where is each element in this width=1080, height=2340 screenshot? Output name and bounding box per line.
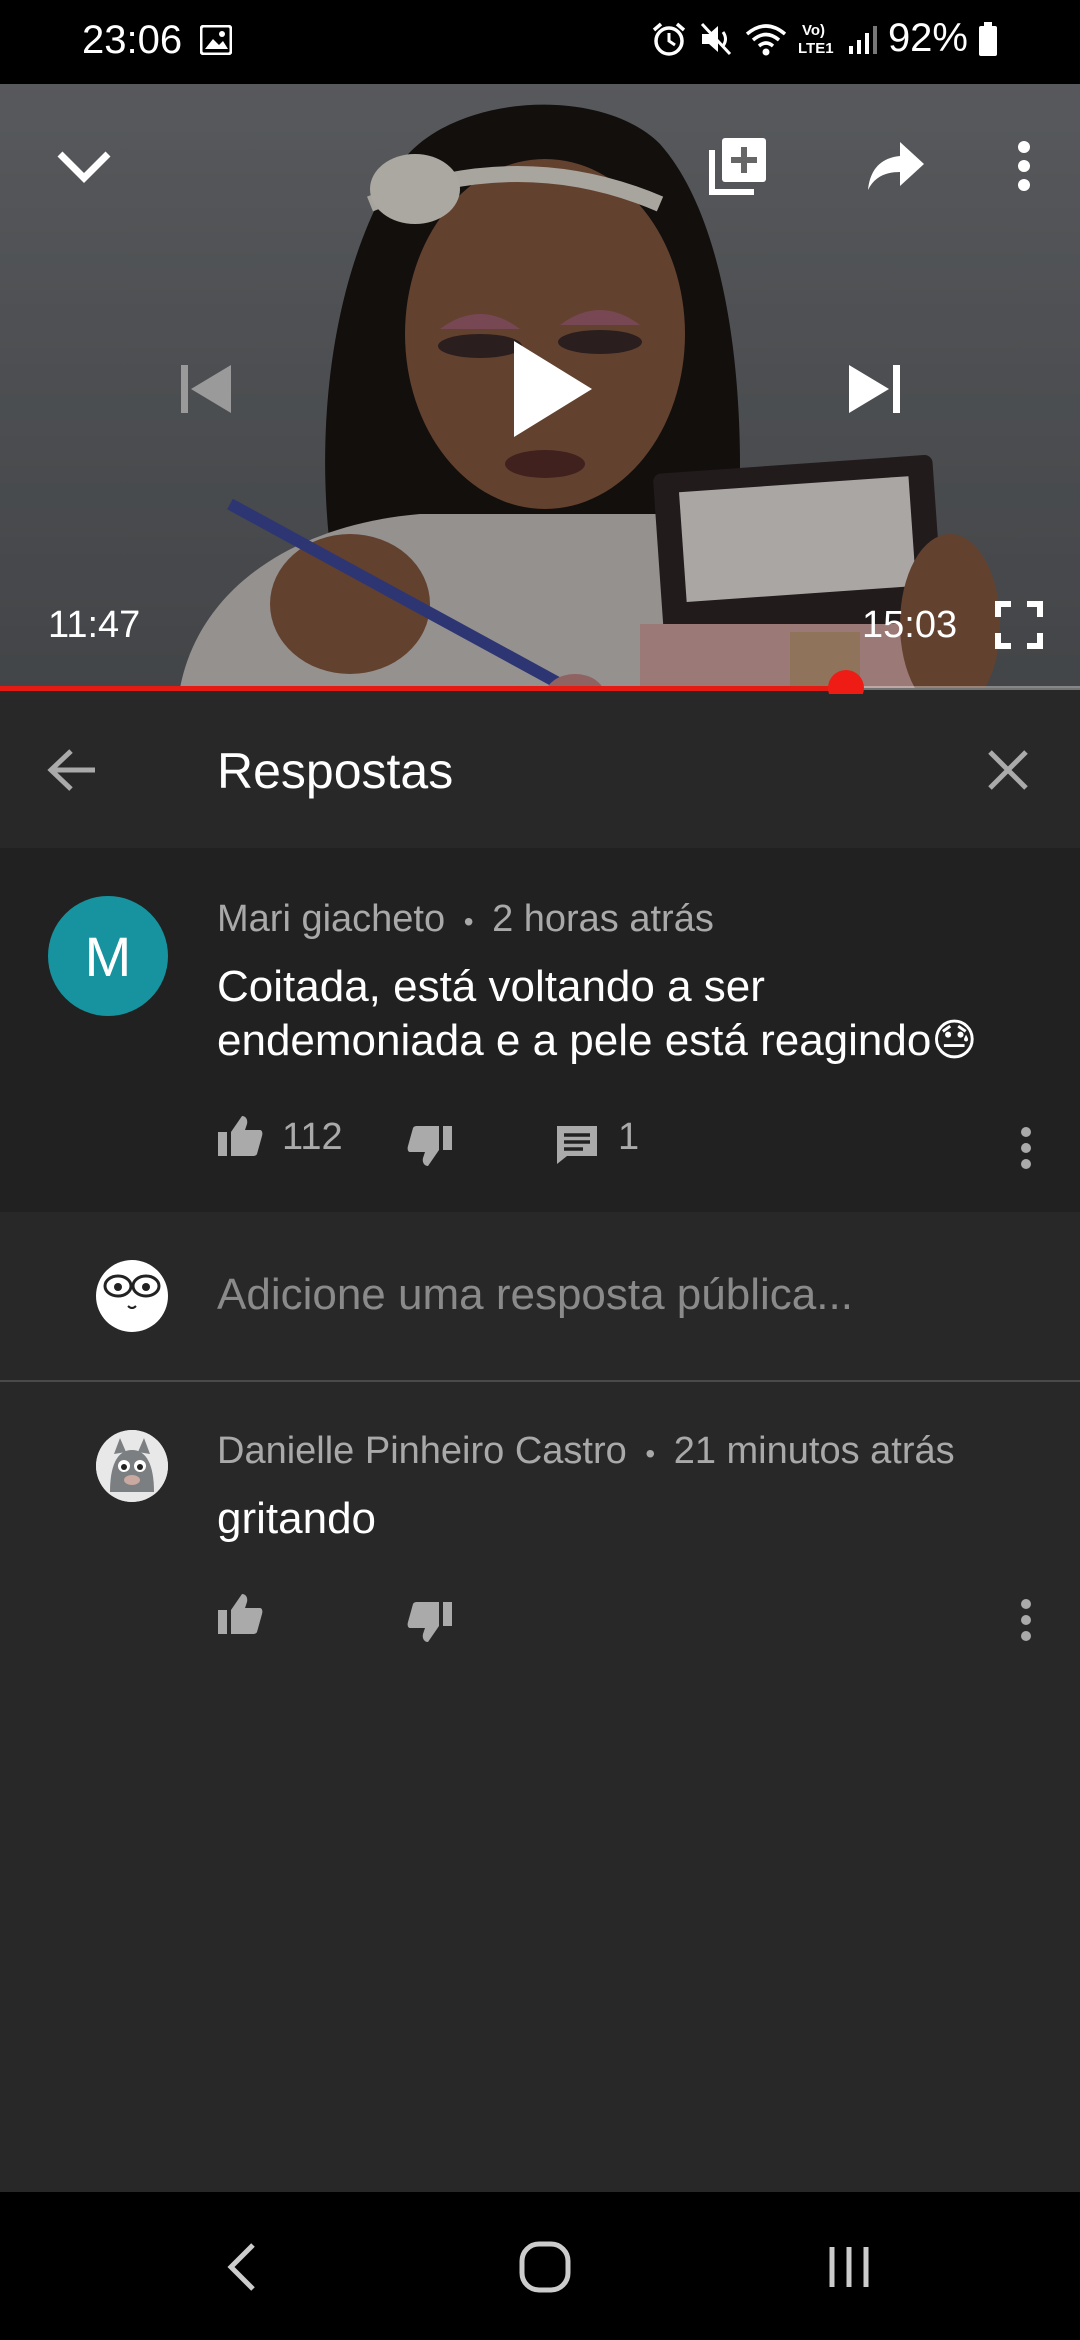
comment-author[interactable]: Mari giacheto [217, 898, 445, 940]
status-icons: Vo) LTE1 92% [650, 16, 998, 61]
total-time: 15:03 [862, 604, 958, 646]
comment-time: 2 horas atrás [492, 898, 714, 940]
nav-home-icon[interactable] [510, 2232, 580, 2302]
user-avatar [96, 1260, 168, 1332]
comment-text-line: endemoniada e a pele está reagindo😓 [217, 1016, 978, 1065]
like-icon[interactable] [214, 1588, 266, 1640]
nav-recents-icon[interactable] [814, 2232, 884, 2302]
reply-count: 1 [618, 1116, 640, 1158]
comment-text-line: Coitada, está voltando a ser [217, 962, 765, 1011]
svg-text:LTE1: LTE1 [798, 40, 834, 57]
nav-back-icon[interactable] [212, 2232, 272, 2302]
dislike-icon[interactable] [404, 1596, 456, 1648]
mute-icon [698, 20, 734, 58]
comment-reply-icon[interactable] [552, 1120, 602, 1170]
next-icon[interactable] [840, 354, 910, 424]
add-to-playlist-icon[interactable] [700, 128, 776, 204]
battery-icon [978, 20, 998, 58]
fullscreen-icon[interactable] [990, 596, 1048, 654]
reply-more-icon[interactable] [1008, 1590, 1044, 1650]
meta-separator: • [463, 906, 474, 937]
status-time: 23:06 [82, 18, 183, 62]
reply-meta: Danielle Pinheiro Castro • 21 minutos at… [217, 1430, 955, 1473]
alarm-icon [650, 20, 688, 58]
reply-input-row[interactable]: Adicione uma resposta pública... [0, 1212, 1080, 1382]
share-icon[interactable] [858, 128, 934, 204]
avatar[interactable]: M [48, 896, 168, 1016]
signal-icon [848, 20, 878, 58]
dislike-icon[interactable] [404, 1120, 456, 1172]
comment-text: Coitada, está voltando a ser endemoniada… [217, 960, 977, 1068]
volte-icon: Vo) LTE1 [798, 20, 838, 58]
comment-meta: Mari giacheto • 2 horas atrás [217, 898, 714, 941]
more-vert-icon[interactable] [1000, 128, 1048, 204]
close-icon[interactable] [976, 738, 1040, 802]
main-comment: M Mari giacheto • 2 horas atrás Coitada,… [0, 848, 1080, 1212]
reply-time: 21 minutos atrás [673, 1430, 955, 1472]
arrow-back-icon[interactable] [40, 738, 104, 802]
like-count: 112 [282, 1116, 343, 1158]
current-time: 11:47 [48, 604, 141, 646]
reply-item: Danielle Pinheiro Castro • 21 minutos at… [0, 1382, 1080, 1682]
seek-fill [0, 686, 846, 691]
play-icon[interactable] [496, 334, 606, 444]
previous-icon[interactable] [170, 354, 240, 424]
like-icon[interactable] [214, 1110, 266, 1162]
system-nav-bar [0, 2192, 1080, 2340]
image-icon [199, 24, 233, 56]
reply-input[interactable]: Adicione uma resposta pública... [217, 1270, 853, 1320]
video-player[interactable]: 11:47 15:03 [0, 84, 1080, 688]
svg-text:Vo): Vo) [802, 22, 825, 39]
wifi-icon [744, 20, 788, 58]
reply-text: gritando [217, 1494, 377, 1543]
reply-avatar[interactable] [96, 1430, 168, 1502]
battery-percent: 92% [887, 16, 968, 60]
comment-more-icon[interactable] [1008, 1118, 1044, 1178]
collapse-chevron-icon[interactable] [48, 130, 120, 202]
replies-title: Respostas [217, 743, 454, 799]
reply-author[interactable]: Danielle Pinheiro Castro [217, 1430, 627, 1472]
replies-header: Respostas [0, 694, 1080, 848]
status-bar: 23:06 Vo) LTE1 92% [0, 0, 1080, 84]
seek-bar[interactable] [0, 670, 1080, 706]
meta-separator: • [645, 1438, 656, 1469]
